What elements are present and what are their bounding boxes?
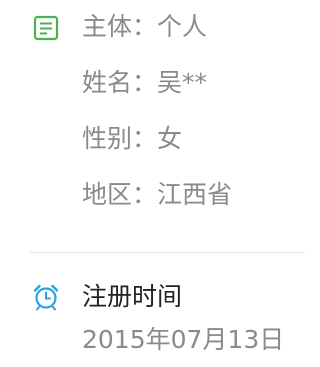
entity-label: 主体：: [82, 12, 158, 41]
region-label: 地区：: [82, 180, 158, 209]
gender-label: 性别：: [82, 124, 158, 153]
name-label: 姓名：: [82, 68, 158, 97]
info-row-region: 地区：江西省: [82, 180, 232, 210]
info-row-gender: 性别：女: [82, 124, 182, 154]
alarm-clock-icon: [32, 283, 60, 311]
region-value: 江西省: [157, 180, 233, 209]
gender-value: 女: [157, 124, 183, 153]
entity-value: 个人: [157, 12, 208, 41]
info-row-entity: 主体：个人: [82, 12, 207, 42]
name-value: 吴**: [157, 68, 208, 97]
registration-time-title: 注册时间: [82, 282, 183, 311]
section-divider: [30, 252, 305, 253]
registration-date: 2015年07月13日: [82, 325, 285, 354]
document-icon: [33, 15, 59, 41]
info-row-name: 姓名：吴**: [82, 68, 207, 98]
